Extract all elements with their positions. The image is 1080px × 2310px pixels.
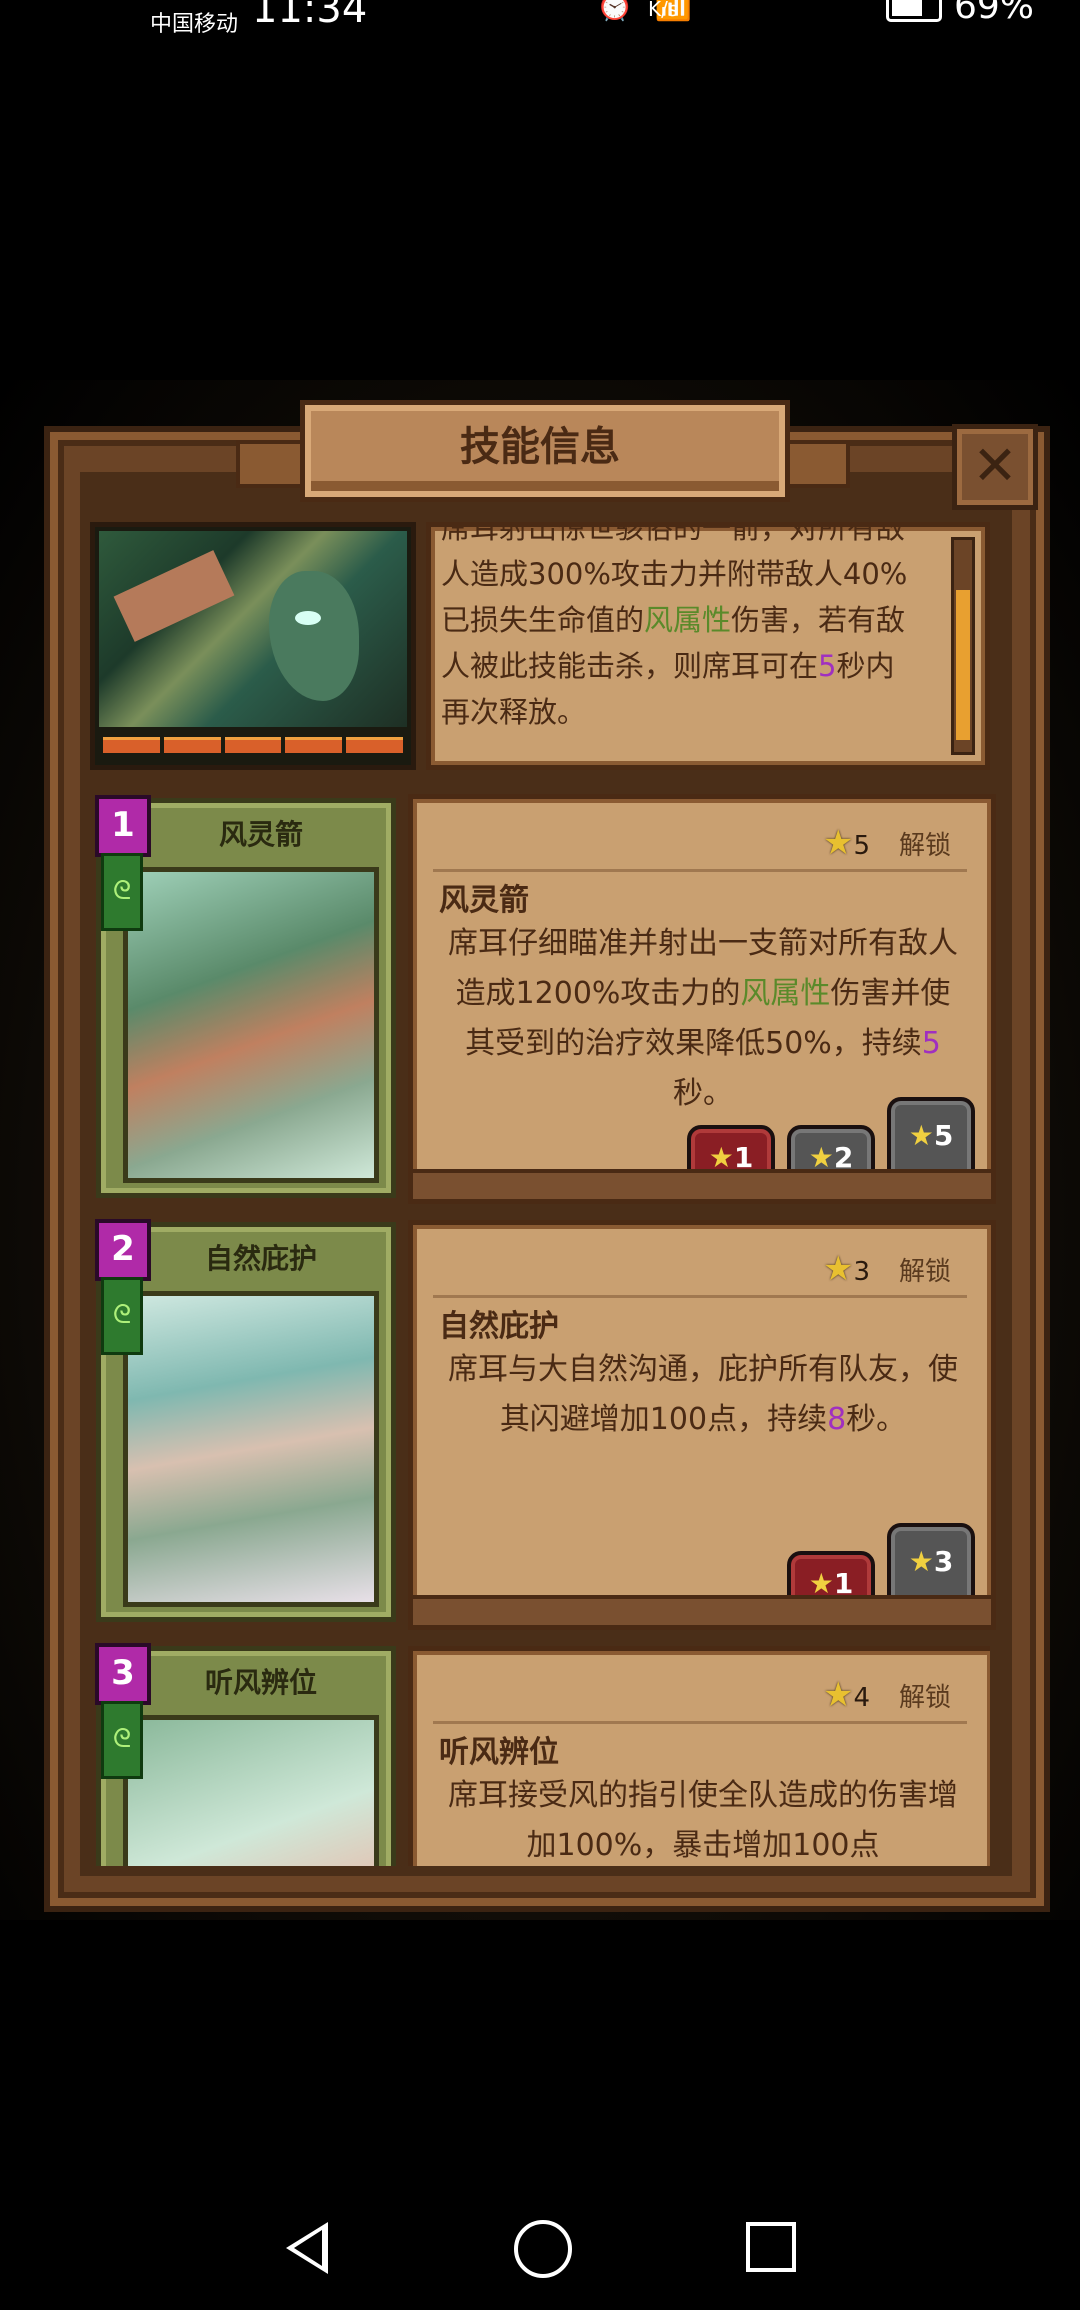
ultimate-description: 席耳射出惊世骇俗的一箭，对所有敌 人造成300%攻击力并附带敌人40% 已损失生… <box>441 522 908 729</box>
star-requirement: ★5 <box>823 823 871 863</box>
wind-element-icon: ᘓ <box>101 853 143 931</box>
hero-energy-bar <box>103 737 403 753</box>
skill-detail-3: ★4 解锁 听风辨位 席耳接受风的指引使全队造成的伤害增加100%，暴击增加10… <box>408 1646 990 1866</box>
star-icon: ★ <box>823 823 854 863</box>
skill-number-badge: 1 <box>95 795 151 857</box>
skill-name: 听风辨位 <box>439 1735 559 1770</box>
skill-card-1[interactable]: 风灵箭 1 ᘓ <box>95 795 396 1198</box>
ultimate-description-box[interactable]: 席耳射出惊世骇俗的一箭，对所有敌 人造成300%攻击力并附带敌人40% 已损失生… <box>426 522 990 770</box>
unlock-label: 解锁 <box>899 1257 952 1287</box>
battery-percent: 69% <box>954 0 1035 27</box>
unlock-label: 解锁 <box>899 1683 952 1713</box>
skill-art-wind-arrow <box>123 867 379 1183</box>
skill-name: 风灵箭 <box>439 883 529 918</box>
skill-row-3-clip: 听风辨位 3 ᘓ ★4 解锁 听风辨位 席耳接受风的指引使全队造成的伤害增加10… <box>90 1640 990 1866</box>
panel-title: 技能信息 <box>460 424 620 470</box>
unlock-label: 解锁 <box>899 831 952 861</box>
skill-card-3[interactable]: 听风辨位 3 ᘓ <box>95 1643 396 1866</box>
clock: 11:34 <box>252 0 368 32</box>
scrollbar-thumb[interactable] <box>956 590 970 740</box>
skill-description: 席耳仔细瞄准并射出一支箭对所有敌人造成1200%攻击力的风属性伤害并使其受到的治… <box>448 926 958 1111</box>
close-button[interactable]: ✕ <box>952 424 1038 510</box>
star-icon: ★ <box>823 1249 854 1289</box>
skill-art-nature-shelter <box>123 1291 379 1607</box>
carrier-label: 中国移动 <box>150 12 239 37</box>
skill-description: 席耳接受风的指引使全队造成的伤害增加100%，暴击增加100点 <box>448 1778 958 1863</box>
system-nav-bar <box>0 2200 1080 2310</box>
skill-number-badge: 3 <box>95 1643 151 1705</box>
home-icon[interactable] <box>514 2220 572 2278</box>
skill-description: 席耳与大自然沟通，庇护所有队友，使其闪避增加100点，持续8秒。 <box>448 1352 958 1437</box>
status-bar: 中国移动 11:34 ⏰ 📶 K/s 69% <box>0 0 1080 40</box>
skill-art-wind-sense <box>123 1715 379 1866</box>
battery-icon <box>886 0 942 22</box>
hero-image <box>99 531 407 727</box>
star-icon: ★ <box>823 1675 854 1715</box>
skill-detail-2: ★3 解锁 自然庇护 席耳与大自然沟通，庇护所有队友，使其闪避增加100点，持续… <box>408 1220 996 1630</box>
skill-name: 自然庇护 <box>439 1309 559 1344</box>
star-requirement: ★4 <box>823 1675 871 1715</box>
network-speed: K/s <box>648 0 679 21</box>
description-scrollbar[interactable] <box>951 537 975 755</box>
skill-number-badge: 2 <box>95 1219 151 1281</box>
skill-card-2[interactable]: 自然庇护 2 ᘓ <box>95 1219 396 1622</box>
skill-detail-1: ★5 解锁 风灵箭 席耳仔细瞄准并射出一支箭对所有敌人造成1200%攻击力的风属… <box>408 794 996 1204</box>
hero-portrait <box>90 522 416 770</box>
recent-apps-icon[interactable] <box>746 2222 796 2272</box>
star-requirement: ★3 <box>823 1249 871 1289</box>
wind-element-icon: ᘓ <box>101 1701 143 1779</box>
wind-element-icon: ᘓ <box>101 1277 143 1355</box>
